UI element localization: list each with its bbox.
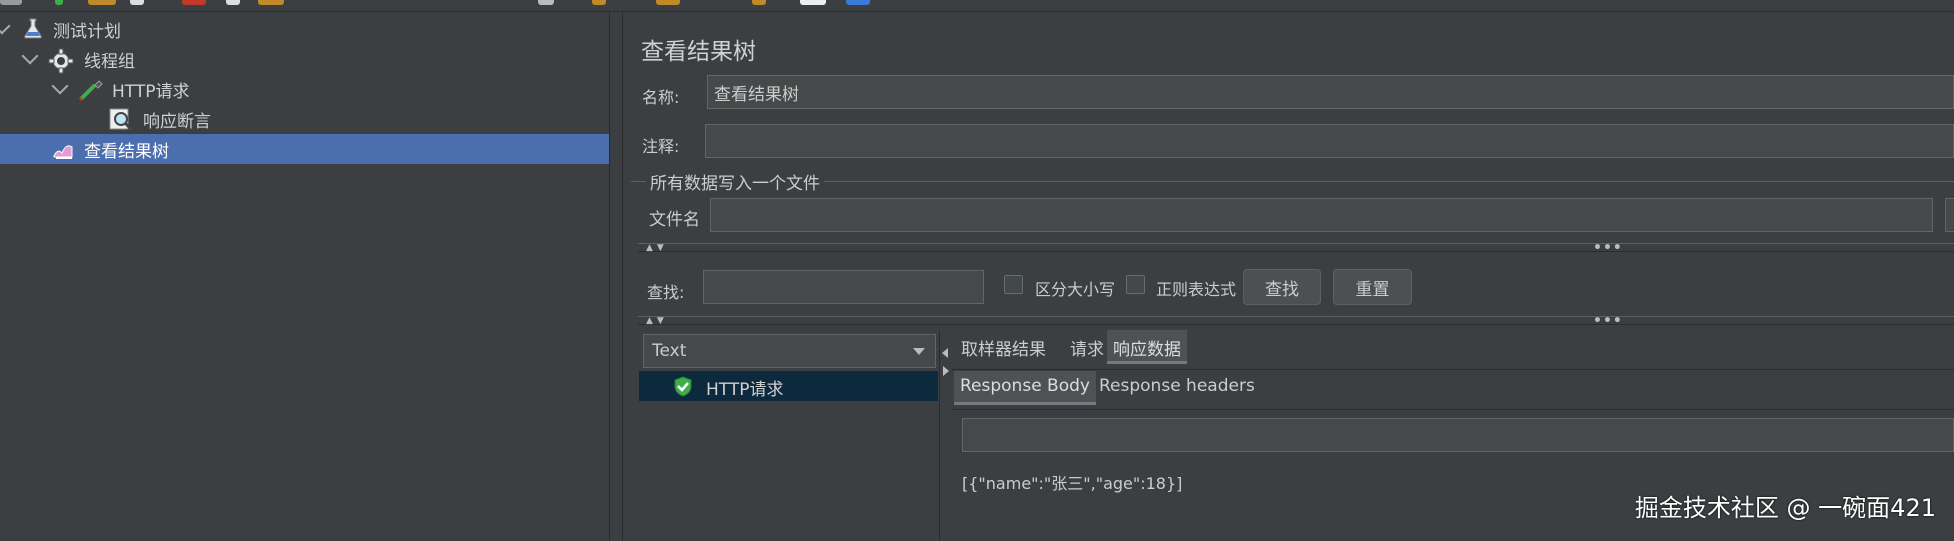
toolbar-icon[interactable] bbox=[88, 0, 116, 5]
name-input[interactable] bbox=[707, 75, 1954, 109]
tree-item-label: 查看结果树 bbox=[84, 141, 169, 162]
case-sensitive-checkbox[interactable] bbox=[1004, 275, 1023, 294]
tab-response-headers[interactable]: Response headers bbox=[1093, 371, 1261, 405]
tree-item-label: HTTP请求 bbox=[112, 81, 190, 102]
collapse-arrows-icon[interactable]: ▲▼ bbox=[646, 243, 668, 253]
toolbar-icon[interactable] bbox=[846, 0, 870, 5]
renderer-select-value: Text bbox=[652, 341, 687, 361]
result-item[interactable]: HTTP请求 bbox=[639, 371, 938, 401]
comment-input[interactable] bbox=[705, 124, 1954, 158]
toolbar-icon[interactable] bbox=[55, 0, 63, 5]
right-arrow-icon[interactable] bbox=[943, 366, 949, 376]
grip-icon[interactable]: ••• bbox=[1593, 240, 1623, 256]
find-button[interactable]: 查找 bbox=[1243, 269, 1321, 305]
response-search-input[interactable] bbox=[962, 418, 1954, 452]
pipette-icon bbox=[78, 80, 103, 102]
results-tree-icon bbox=[53, 145, 73, 159]
panel-splitter[interactable] bbox=[609, 12, 623, 541]
tab-response-data[interactable]: 响应数据 bbox=[1107, 330, 1187, 364]
tree-item-http-request[interactable]: HTTP请求 bbox=[0, 74, 609, 104]
chevron-down-icon[interactable] bbox=[21, 47, 39, 65]
toolbar-icon[interactable] bbox=[538, 0, 554, 5]
gear-icon bbox=[48, 48, 74, 74]
collapse-divider[interactable]: ▲▼ ••• bbox=[638, 240, 1954, 256]
toolbar-icon[interactable] bbox=[0, 0, 22, 5]
tab-request[interactable]: 请求 bbox=[1064, 330, 1110, 364]
success-shield-icon bbox=[674, 376, 692, 397]
result-item-label: HTTP请求 bbox=[706, 380, 784, 400]
chevron-down-icon[interactable] bbox=[0, 17, 11, 35]
toolbar-icon[interactable] bbox=[258, 0, 284, 5]
tree-item-label: 响应断言 bbox=[143, 111, 211, 132]
toolbar bbox=[0, 0, 1954, 12]
tabs-divider bbox=[952, 369, 1954, 370]
collapse-arrows-icon[interactable]: ▲▼ bbox=[646, 316, 668, 326]
view-results-tree-panel: 查看结果树 名称: 注释: 所有数据写入一个文件 文件名 ▲▼ ••• 查找: … bbox=[623, 12, 1954, 541]
test-plan-tree: 测试计划 线程组 HTTP请求 响应断言 查看结果树 bbox=[0, 12, 609, 541]
filename-input[interactable] bbox=[710, 198, 1933, 232]
tree-item-thread-group[interactable]: 线程组 bbox=[0, 44, 609, 74]
tab-sampler-result[interactable]: 取样器结果 bbox=[955, 330, 1052, 364]
tab-response-body[interactable]: Response Body bbox=[954, 371, 1096, 405]
toolbar-icon[interactable] bbox=[752, 0, 766, 5]
reset-button[interactable]: 重置 bbox=[1333, 269, 1412, 305]
tree-item-label: 测试计划 bbox=[53, 21, 121, 42]
left-arrow-icon[interactable] bbox=[942, 348, 948, 358]
comment-label: 注释: bbox=[642, 137, 680, 156]
search-label: 查找: bbox=[647, 283, 685, 302]
tree-item-view-results-tree[interactable]: 查看结果树 bbox=[0, 134, 609, 164]
tree-item-test-plan[interactable]: 测试计划 bbox=[0, 14, 609, 44]
toolbar-icon[interactable] bbox=[182, 0, 206, 5]
regex-label: 正则表达式 bbox=[1156, 280, 1237, 299]
tree-item-label: 线程组 bbox=[84, 51, 135, 72]
regex-checkbox[interactable] bbox=[1126, 275, 1145, 294]
toolbar-icon[interactable] bbox=[800, 0, 826, 5]
tree-item-response-assertion[interactable]: 响应断言 bbox=[0, 104, 609, 134]
toolbar-icon[interactable] bbox=[592, 0, 606, 5]
page-title: 查看结果树 bbox=[641, 39, 756, 65]
grip-icon[interactable]: ••• bbox=[1593, 313, 1623, 329]
case-sensitive-label: 区分大小写 bbox=[1035, 280, 1116, 299]
tabs-divider bbox=[952, 409, 1954, 410]
renderer-select[interactable]: Text bbox=[643, 334, 936, 368]
toolbar-icon[interactable] bbox=[656, 0, 680, 5]
flask-icon bbox=[24, 18, 42, 39]
search-input[interactable] bbox=[703, 270, 984, 304]
response-body-text: [{"name":"张三","age":18}] bbox=[962, 474, 1183, 493]
file-group-title: 所有数据写入一个文件 bbox=[646, 169, 824, 194]
toolbar-icon[interactable] bbox=[226, 0, 240, 5]
toolbar-icon[interactable] bbox=[130, 0, 144, 5]
magnifier-icon bbox=[109, 108, 134, 132]
watermark: 掘金技术社区 @ 一碗面421 bbox=[1634, 494, 1936, 522]
filename-label: 文件名 bbox=[649, 210, 700, 230]
file-group-border bbox=[631, 181, 1954, 182]
name-label: 名称: bbox=[642, 88, 680, 107]
chevron-down-icon[interactable] bbox=[51, 77, 69, 95]
chevron-down-icon[interactable] bbox=[913, 348, 925, 355]
results-splitter[interactable] bbox=[939, 330, 952, 541]
collapse-divider[interactable]: ▲▼ ••• bbox=[638, 313, 1954, 329]
browse-button[interactable] bbox=[1945, 198, 1954, 232]
